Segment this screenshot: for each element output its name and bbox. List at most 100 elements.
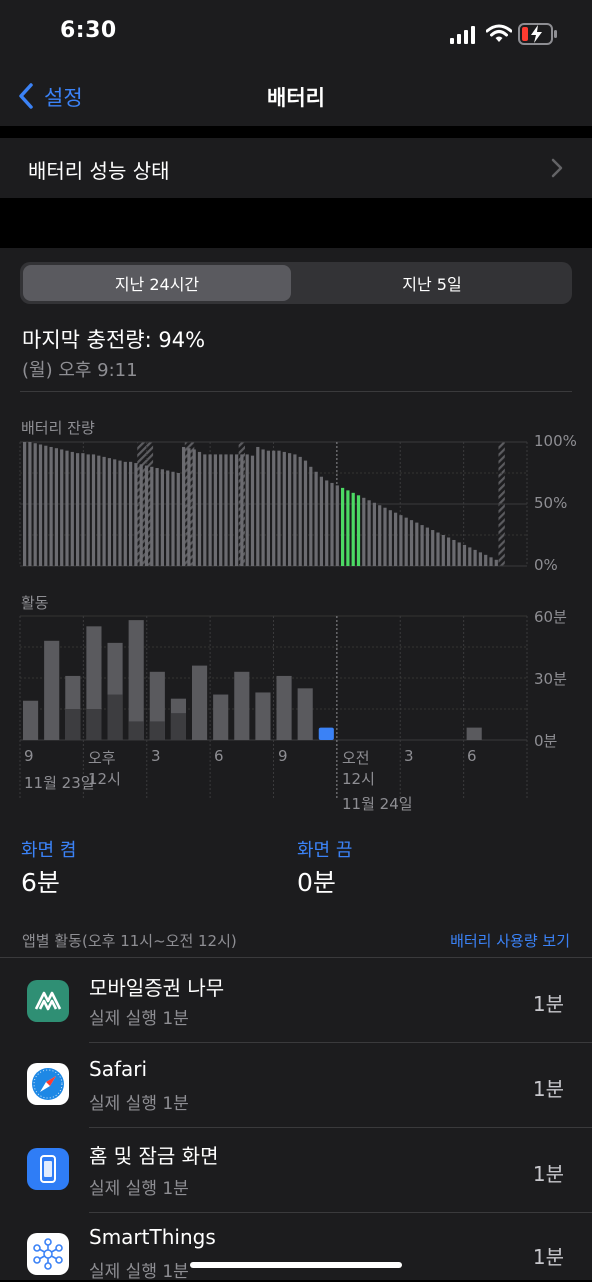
activity-y-tick: 30분 — [534, 670, 567, 688]
battery-bar — [367, 500, 371, 566]
activity-bar-screen-on — [44, 640, 60, 740]
battery-charging-icon — [518, 23, 557, 45]
app-duration: 1분 — [532, 1162, 564, 1186]
x-axis-label: 9 — [278, 747, 288, 765]
battery-bar — [420, 525, 424, 566]
screen-on-value: 6분 — [21, 868, 60, 897]
app-row[interactable]: 홈 및 잠금 화면 실제 실행 1분 1분 — [0, 1128, 592, 1212]
x-axis-label: 6 — [467, 747, 477, 765]
battery-bar — [97, 455, 101, 566]
screen-on-label: 화면 켬 — [21, 840, 77, 861]
view-battery-usage-link[interactable]: 배터리 사용량 보기 — [450, 930, 570, 951]
battery-bar — [288, 453, 292, 566]
battery-bar — [197, 451, 202, 566]
smartthings-hub-icon — [27, 1233, 69, 1275]
x-axis-label: 3 — [404, 747, 414, 765]
battery-bar — [415, 522, 419, 566]
battery-bar — [383, 507, 387, 566]
status-time: 6:30 — [60, 18, 117, 43]
battery-bar — [219, 454, 223, 566]
battery-bar — [298, 456, 302, 566]
battery-bar — [76, 453, 80, 566]
battery-bar-charging — [356, 495, 361, 566]
battery-bar — [409, 520, 414, 566]
battery-bar — [394, 512, 398, 566]
battery-bar — [235, 454, 239, 566]
last-charge-level: 마지막 충전량: 94% — [22, 328, 206, 352]
battery-y-tick: 100% — [534, 432, 577, 450]
battery-bar — [436, 532, 440, 566]
x-axis-label: 6 — [214, 747, 224, 765]
cellular-signal-icon — [450, 26, 475, 44]
screen-off-value: 0분 — [297, 868, 336, 897]
battery-bar — [277, 450, 281, 566]
app-name: Safari — [89, 1057, 148, 1081]
activity-bar-screen-off — [128, 721, 144, 740]
battery-bar — [44, 445, 48, 566]
app-detail: 실제 실행 1분 — [89, 1094, 189, 1114]
x-axis-label: 오전 — [342, 749, 370, 767]
battery-bar — [65, 450, 69, 566]
battery-bar — [229, 454, 233, 566]
app-row[interactable]: SmartThings 실제 실행 1분 1분 — [0, 1213, 592, 1282]
activity-bar-screen-on — [23, 700, 39, 740]
battery-bar — [462, 544, 467, 566]
battery-bar-charging — [351, 492, 355, 566]
activity-bar-screen-on — [318, 727, 334, 740]
battery-bar — [261, 449, 265, 566]
battery-bar — [494, 559, 498, 566]
x-axis-date-label: 11월 24일 — [342, 795, 413, 813]
battery-bar — [150, 466, 154, 566]
battery-bar — [144, 465, 149, 566]
battery-bar — [388, 510, 392, 566]
battery-bar — [431, 530, 435, 566]
battery-bar — [245, 454, 249, 566]
activity-y-tick: 0분 — [534, 732, 558, 750]
battery-bar — [213, 454, 217, 566]
battery-bar — [23, 442, 27, 566]
battery-bar — [250, 455, 255, 566]
battery-bar — [272, 450, 276, 566]
segment-last-24-hours[interactable]: 지난 24시간 — [23, 265, 291, 301]
x-axis-label: 12시 — [88, 770, 121, 788]
battery-bar — [372, 502, 376, 566]
wifi-icon — [486, 24, 512, 42]
chevron-right-icon — [551, 158, 563, 178]
battery-bar-charging — [341, 487, 345, 566]
home-indicator[interactable] — [190, 1262, 402, 1268]
battery-bar — [224, 454, 228, 566]
app-name: SmartThings — [89, 1225, 216, 1249]
battery-bar — [425, 527, 429, 566]
battery-bar — [473, 549, 477, 566]
battery-bar — [203, 454, 207, 566]
app-detail: 실제 실행 1분 — [89, 1179, 189, 1199]
battery-bar — [28, 442, 32, 566]
battery-bar — [335, 485, 339, 566]
app-duration: 1분 — [532, 1077, 564, 1101]
x-axis-label: 9 — [24, 747, 34, 765]
app-duration: 1분 — [532, 992, 564, 1016]
app-row[interactable]: Safari 실제 실행 1분 1분 — [0, 1043, 592, 1127]
activity-bar-screen-off — [170, 713, 186, 740]
app-detail: 실제 실행 1분 — [89, 1009, 189, 1029]
battery-bar — [303, 460, 308, 566]
battery-bar — [309, 466, 313, 566]
app-row[interactable]: 모바일증권 나무 실제 실행 1분 1분 — [0, 958, 592, 1042]
battery-bar — [187, 448, 191, 566]
page-title: 배터리 — [267, 86, 325, 110]
battery-bar — [107, 458, 111, 566]
activity-bar-screen-off — [65, 709, 81, 740]
activity-bar-screen-on — [297, 688, 313, 740]
x-axis-label: 오후 — [88, 749, 116, 767]
x-axis-date-label: 11월 23일 — [24, 774, 95, 792]
activity-bar-screen-on — [466, 727, 482, 740]
battery-bar — [171, 471, 175, 566]
battery-bar — [160, 469, 164, 566]
app-detail: 실제 실행 1분 — [89, 1262, 189, 1282]
battery-bar — [38, 444, 43, 566]
battery-bar — [208, 454, 212, 566]
segment-last-5-days[interactable]: 지난 5일 — [296, 265, 568, 301]
battery-bar — [452, 539, 456, 566]
activity-bar-screen-off — [149, 721, 165, 740]
battery-bar — [166, 470, 170, 566]
